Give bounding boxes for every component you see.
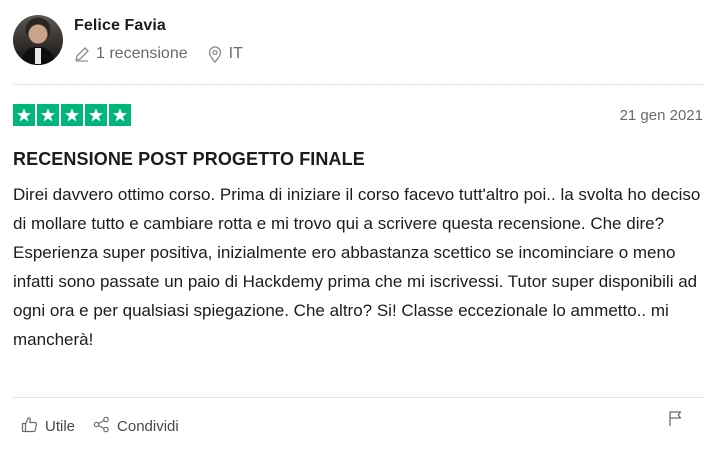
location-pin-icon (208, 45, 222, 63)
reviews-count-label: 1 recensione (96, 45, 188, 62)
thumbs-up-icon (21, 416, 38, 437)
star-icon (61, 104, 83, 126)
star-icon (37, 104, 59, 126)
review-date: 21 gen 2021 (619, 107, 703, 124)
review-actions: Utile Condividi (21, 416, 179, 437)
reviewer-name[interactable]: Felice Favia (74, 17, 166, 35)
useful-button[interactable]: Utile (21, 416, 75, 437)
star-rating (13, 104, 131, 126)
review-title[interactable]: RECENSIONE POST PROGETTO FINALE (13, 149, 365, 170)
flag-icon[interactable] (668, 410, 683, 432)
country: IT (208, 45, 243, 63)
star-icon (85, 104, 107, 126)
star-icon (13, 104, 35, 126)
avatar-shirt (35, 48, 41, 64)
pencil-icon (74, 46, 90, 62)
avatar[interactable] (13, 15, 63, 65)
reviews-count: 1 recensione (74, 45, 188, 63)
star-icon (109, 104, 131, 126)
share-button[interactable]: Condividi (93, 416, 179, 437)
share-label: Condividi (117, 418, 179, 435)
reviewer-meta: 1 recensione IT (74, 45, 243, 63)
share-icon (93, 416, 110, 437)
useful-label: Utile (45, 418, 76, 435)
header-divider (13, 84, 704, 85)
country-label: IT (228, 45, 243, 62)
footer-divider (13, 397, 704, 398)
review-text: Direi davvero ottimo corso. Prima di ini… (13, 185, 701, 349)
